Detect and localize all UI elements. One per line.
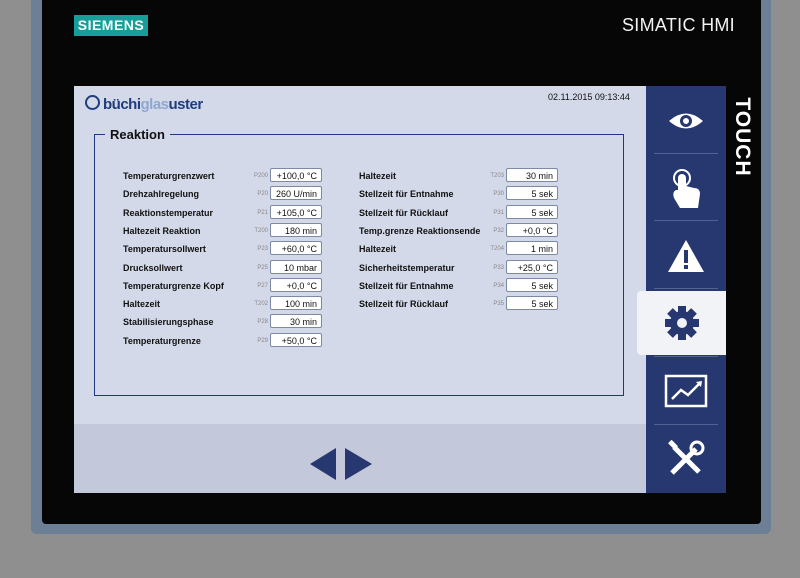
param-value-field[interactable]: +0,0 °C [270,277,322,292]
param-value-field[interactable]: 180 min [270,222,322,237]
param-code: T203 [490,173,504,179]
param-value-field[interactable]: 100 min [270,296,322,311]
param-code: P30 [493,191,504,198]
warning-icon [668,240,704,272]
param-value-field[interactable]: 1 min [506,241,558,256]
buchi-logo-icon [85,95,100,110]
chart-icon [664,374,708,408]
param-value-field[interactable]: +0,0 °C [506,222,558,237]
sidebar-button-alarms[interactable] [646,224,726,288]
param-label: Drucksollwert [123,262,183,273]
sidebar-button-view[interactable] [646,89,726,153]
param-value-field[interactable]: +100,0 °C [270,168,322,182]
sidebar-button-operate[interactable] [646,156,726,220]
param-label: Sicherheitstemperatur [359,262,455,273]
sidebar-divider [654,288,718,289]
param-value-field[interactable]: +105,0 °C [270,204,322,219]
sidebar-button-settings[interactable] [637,291,726,355]
sidebar-button-trends[interactable] [646,359,726,423]
param-code: P35 [493,301,504,308]
param-code: P23 [257,246,268,253]
param-label: Stellzeit für Rücklauf [359,207,449,218]
sidebar-divider [654,220,718,221]
param-value-field[interactable]: 5 sek [506,186,558,201]
param-label: Stellzeit für Entnahme [359,280,454,291]
sidebar-divider [654,153,718,154]
sidebar-button-service[interactable] [646,427,726,491]
param-value-field[interactable]: 5 sek [506,204,558,219]
param-label: Temperaturgrenze [123,335,201,346]
param-value-field[interactable]: 5 sek [506,277,558,292]
param-code: P29 [257,337,268,344]
param-code: P33 [493,264,504,271]
param-code: P31 [493,209,504,216]
eye-icon [669,113,703,129]
param-label: Stellzeit für Entnahme [359,189,454,200]
param-code: T202 [254,301,268,308]
param-label: Temperaturgrenze Kopf [123,280,224,291]
param-value-field[interactable]: +60,0 °C [270,241,322,256]
param-label: Temperaturgrenzwert [123,171,215,181]
simatic-hmi-label: SIMATIC HMI [622,15,735,35]
param-label: Haltezeit Reaktion [123,225,201,236]
param-value-field[interactable]: +25,0 °C [506,259,558,274]
param-label: Reaktionstemperatur [123,207,214,218]
previous-arrow-icon[interactable] [310,448,336,480]
param-value-field[interactable]: 260 U/min [270,186,322,201]
touch-label: TOUCH [731,97,754,177]
touch-hand-icon [673,169,700,208]
gear-icon [664,306,699,340]
param-code: P28 [257,319,268,326]
param-code: P32 [493,227,504,234]
param-value-field[interactable]: 5 sek [506,296,558,311]
sidebar-divider [654,424,718,425]
param-label: Temp.grenze Reaktionsende [359,225,481,236]
param-code: P200 [253,173,268,179]
param-code: P21 [257,209,268,216]
param-label: Haltezeit [359,171,397,181]
param-value-field[interactable]: 30 min [270,314,322,329]
param-code: P25 [257,264,268,271]
param-code: P27 [257,282,268,289]
param-label: Haltezeit [359,244,397,255]
buchi-logo: büchiglasuster [85,95,203,113]
param-label: Haltezeit [123,299,161,310]
param-code: T204 [490,246,504,253]
tools-icon [668,439,705,475]
param-value-field[interactable]: 30 min [506,168,558,182]
param-label: Stellzeit für Rücklauf [359,299,449,310]
next-arrow-icon[interactable] [345,448,372,480]
param-label: Temperatursollwert [123,244,206,255]
datetime: 02.11.2015 09:13:44 [548,92,630,102]
param-code: P34 [493,282,504,289]
sidebar-divider [654,356,718,357]
param-code: T200 [254,227,268,234]
group-title: Reaktion [105,127,170,142]
nav-arrows [310,448,372,480]
param-value-field[interactable]: 10 mbar [270,259,322,274]
param-value-field[interactable]: +50,0 °C [270,332,322,347]
param-code: P20 [257,191,268,198]
param-label: Drehzahlregelung [123,189,200,200]
param-label: Stabilisierungsphase [123,317,214,328]
siemens-logo: SIEMENS [74,15,148,36]
